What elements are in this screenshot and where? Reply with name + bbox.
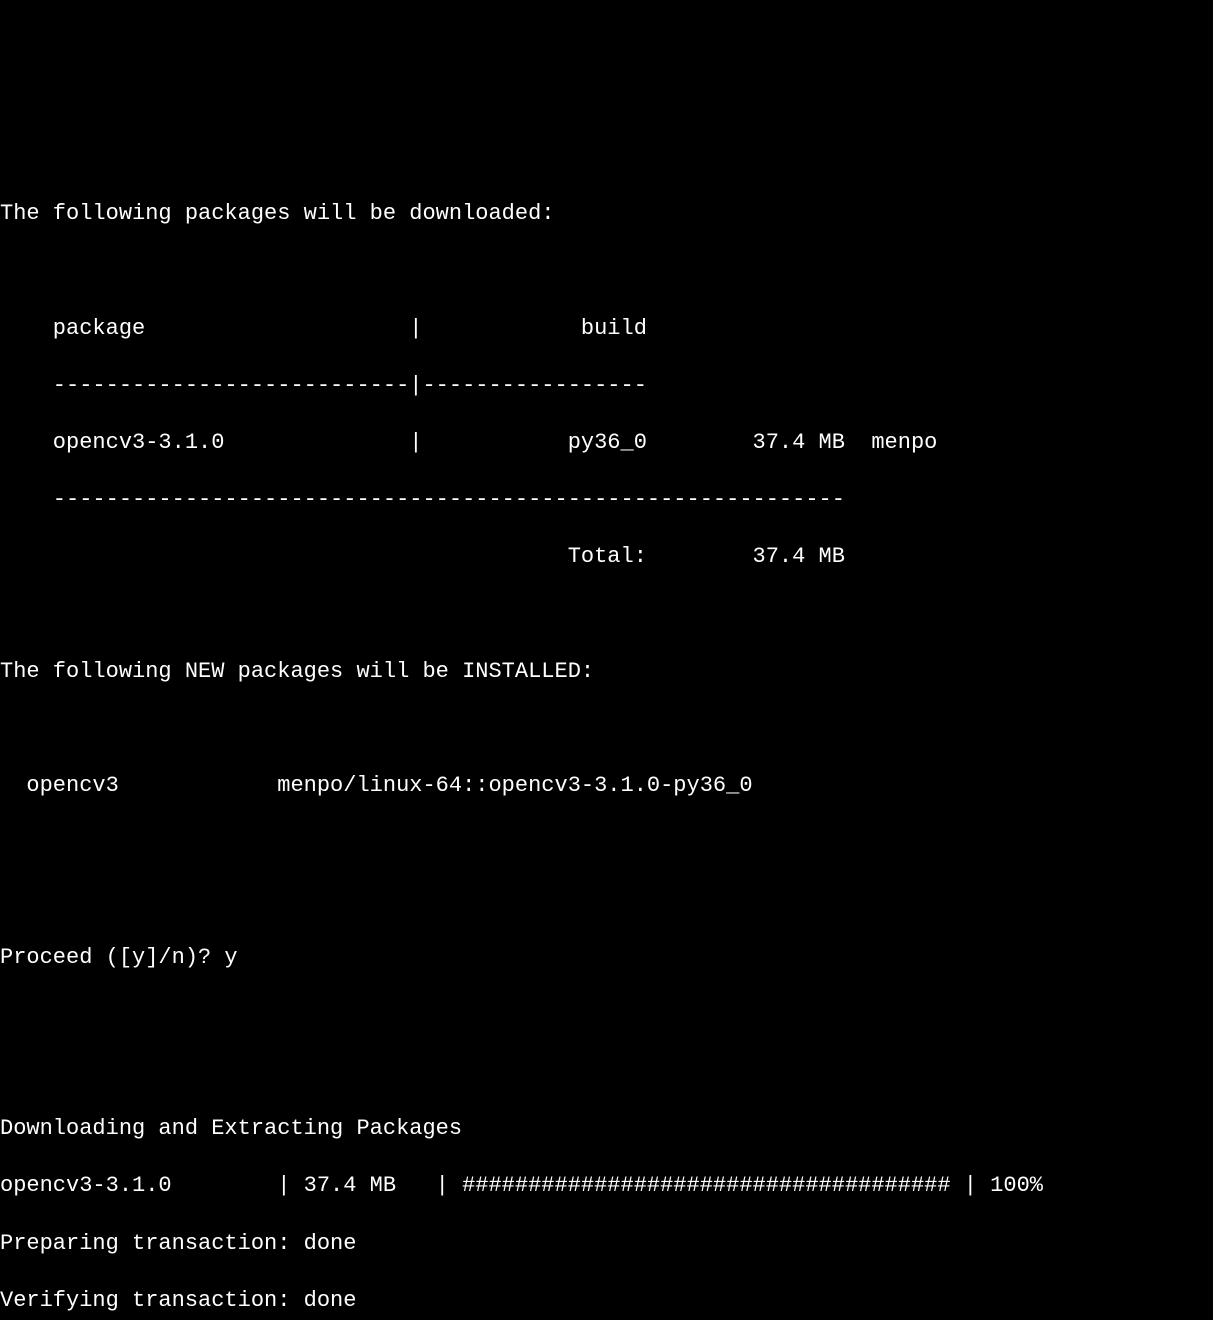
table-divider: ---------------------------|------------… [0, 372, 1213, 401]
table-header: package | build [0, 315, 1213, 344]
download-header: The following packages will be downloade… [0, 200, 1213, 229]
table-row-opencv3: opencv3-3.1.0 | py36_0 37.4 MB menpo [0, 429, 1213, 458]
table-total: Total: 37.4 MB [0, 543, 1213, 572]
install-row-opencv3: opencv3 menpo/linux-64::opencv3-3.1.0-py… [0, 772, 1213, 801]
install-header: The following NEW packages will be INSTA… [0, 658, 1213, 687]
blank-line [0, 829, 1213, 858]
blank-line [0, 600, 1213, 629]
blank-line [0, 715, 1213, 744]
blank-line [0, 886, 1213, 915]
blank-line [0, 143, 1213, 172]
proceed-prompt[interactable]: Proceed ([y]/n)? y [0, 944, 1213, 973]
verify-transaction: Verifying transaction: done [0, 1287, 1213, 1316]
terminal-output: The following packages will be downloade… [0, 114, 1213, 1320]
download-section-header: Downloading and Extracting Packages [0, 1115, 1213, 1144]
progress-bar-opencv3: opencv3-3.1.0 | 37.4 MB | ##############… [0, 1172, 1213, 1201]
blank-line [0, 1001, 1213, 1030]
table-divider: ----------------------------------------… [0, 486, 1213, 515]
blank-line [0, 1058, 1213, 1087]
blank-line [0, 257, 1213, 286]
prepare-transaction: Preparing transaction: done [0, 1230, 1213, 1259]
